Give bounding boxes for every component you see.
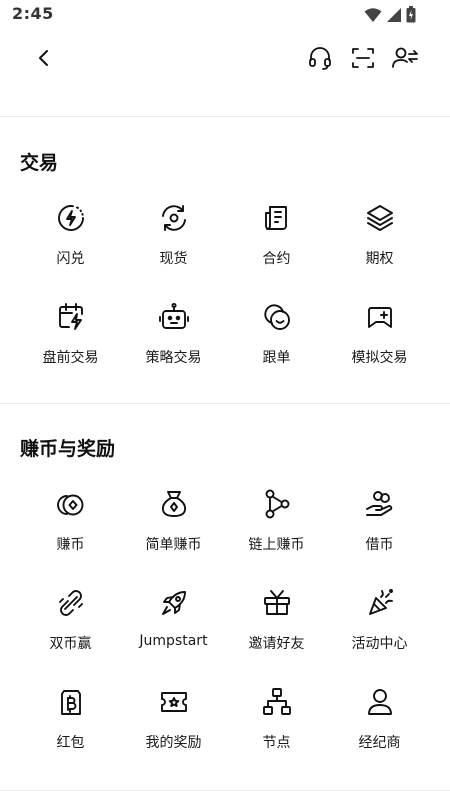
tile-label: 节点 bbox=[262, 735, 291, 751]
flash-convert-icon bbox=[53, 200, 89, 236]
signal-icon bbox=[386, 7, 402, 23]
tile-options[interactable]: 期权 bbox=[328, 196, 431, 295]
options-layers-icon bbox=[362, 200, 398, 236]
copy-trade-icon bbox=[259, 299, 295, 335]
tile-flash-convert[interactable]: 闪兑 bbox=[19, 196, 122, 295]
status-bar: 2:45 bbox=[0, 0, 450, 32]
tile-label: 简单赚币 bbox=[145, 537, 202, 553]
tile-label: 策略交易 bbox=[145, 350, 202, 366]
tile-strategy[interactable]: 策略交易 bbox=[122, 295, 225, 394]
coins-icon bbox=[53, 486, 89, 522]
tile-label: 合约 bbox=[262, 251, 291, 267]
switch-account-button[interactable] bbox=[387, 40, 423, 76]
tile-red-packet[interactable]: 红包 bbox=[19, 680, 122, 779]
chain-nodes-icon bbox=[259, 486, 295, 522]
tile-demo-trade[interactable]: 模拟交易 bbox=[328, 295, 431, 394]
tile-label: 借币 bbox=[365, 537, 394, 553]
chevron-left-icon bbox=[34, 48, 54, 68]
tile-label: 盘前交易 bbox=[42, 350, 99, 366]
back-button[interactable] bbox=[26, 40, 62, 76]
tile-label: 期权 bbox=[365, 251, 394, 267]
tile-label: 跟单 bbox=[262, 350, 291, 366]
tile-my-rewards[interactable]: 我的奖励 bbox=[122, 680, 225, 779]
hand-coins-icon bbox=[362, 486, 398, 522]
spot-icon bbox=[156, 200, 192, 236]
tile-label: 模拟交易 bbox=[351, 350, 408, 366]
tile-contract[interactable]: 合约 bbox=[225, 196, 328, 295]
status-time: 2:45 bbox=[12, 4, 54, 23]
tile-copy-trade[interactable]: 跟单 bbox=[225, 295, 328, 394]
tile-invite-friends[interactable]: 邀请好友 bbox=[225, 581, 328, 680]
tile-label: 邀请好友 bbox=[248, 636, 305, 652]
tile-broker[interactable]: 经纪商 bbox=[328, 680, 431, 779]
tile-nodes[interactable]: 节点 bbox=[225, 680, 328, 779]
contract-icon bbox=[259, 200, 295, 236]
section-title-earn: 赚币与奖励 bbox=[20, 438, 116, 460]
support-button[interactable] bbox=[302, 40, 338, 76]
tile-onchain-earn[interactable]: 链上赚币 bbox=[225, 482, 328, 581]
tile-pre-market[interactable]: 盘前交易 bbox=[19, 295, 122, 394]
scan-button[interactable] bbox=[345, 40, 381, 76]
tile-label: 闪兑 bbox=[56, 251, 85, 267]
tile-label: 红包 bbox=[56, 735, 85, 751]
earn-grid: 赚币 简单赚币 链上赚币 借币 双币赢 Jumpstart 邀请好友 活动中心 … bbox=[0, 482, 450, 779]
tile-loan[interactable]: 借币 bbox=[328, 482, 431, 581]
battery-icon bbox=[406, 6, 416, 23]
divider bbox=[0, 790, 450, 791]
ticket-icon bbox=[156, 684, 192, 720]
tile-jumpstart[interactable]: Jumpstart bbox=[122, 581, 225, 680]
top-bar bbox=[0, 32, 450, 84]
divider bbox=[0, 116, 450, 117]
rocket-icon bbox=[156, 585, 192, 621]
tile-label: Jumpstart bbox=[139, 633, 208, 649]
tile-label: 赚币 bbox=[56, 537, 85, 553]
tile-label: 现货 bbox=[159, 251, 188, 267]
gift-icon bbox=[259, 585, 295, 621]
tile-earn[interactable]: 赚币 bbox=[19, 482, 122, 581]
tile-spot[interactable]: 现货 bbox=[122, 196, 225, 295]
gamepad-icon bbox=[362, 299, 398, 335]
money-bag-icon bbox=[156, 486, 192, 522]
tile-label: 经纪商 bbox=[358, 735, 401, 751]
tile-label: 活动中心 bbox=[351, 636, 408, 652]
user-switch-icon bbox=[391, 45, 419, 71]
calendar-bolt-icon bbox=[53, 299, 89, 335]
tile-simple-earn[interactable]: 简单赚币 bbox=[122, 482, 225, 581]
tile-dual-investment[interactable]: 双币赢 bbox=[19, 581, 122, 680]
dual-link-icon bbox=[53, 585, 89, 621]
node-tree-icon bbox=[259, 684, 295, 720]
headset-icon bbox=[307, 45, 333, 71]
tile-label: 我的奖励 bbox=[145, 735, 202, 751]
tile-label: 链上赚币 bbox=[248, 537, 305, 553]
status-icons bbox=[364, 6, 416, 23]
tile-events[interactable]: 活动中心 bbox=[328, 581, 431, 680]
bot-icon bbox=[156, 299, 192, 335]
person-icon bbox=[362, 684, 398, 720]
scan-icon bbox=[350, 45, 376, 71]
wifi-icon bbox=[364, 7, 382, 23]
trade-grid: 闪兑 现货 合约 期权 盘前交易 策略交易 跟单 模拟交易 bbox=[0, 196, 450, 394]
party-popper-icon bbox=[362, 585, 398, 621]
tile-label: 双币赢 bbox=[49, 636, 92, 652]
red-envelope-icon bbox=[53, 684, 89, 720]
divider bbox=[0, 403, 450, 404]
section-title-trade: 交易 bbox=[20, 152, 59, 174]
